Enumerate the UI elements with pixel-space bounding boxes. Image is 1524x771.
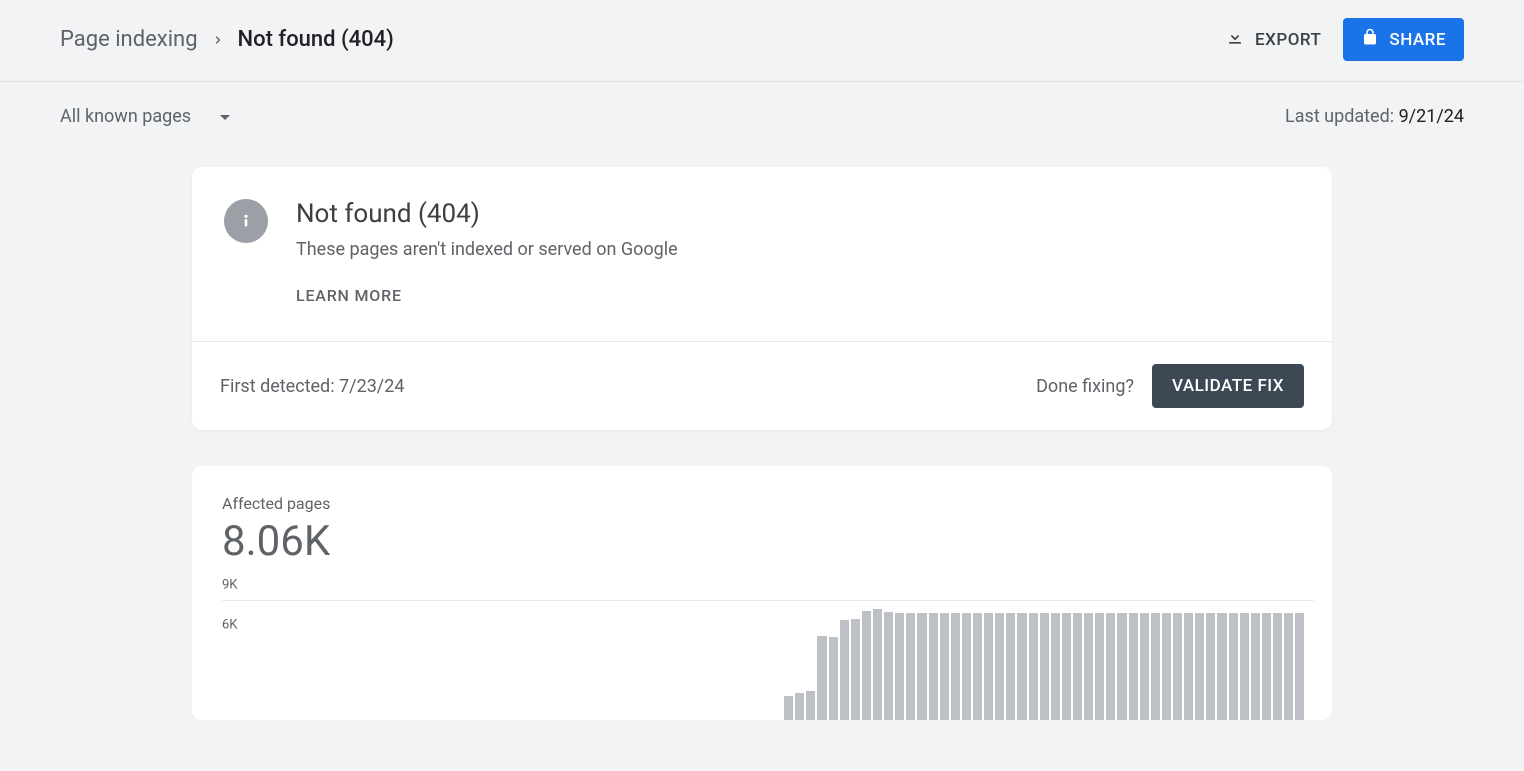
breadcrumb-root[interactable]: Page indexing [60, 27, 198, 52]
issue-card: Not found (404) These pages aren't index… [192, 167, 1332, 430]
chart-bar [806, 691, 815, 720]
done-fixing-label: Done fixing? [1036, 376, 1134, 397]
chart-area: 6K9K [222, 600, 1314, 720]
chart-bar [1262, 613, 1271, 720]
subheader: All known pages Last updated: 9/21/24 [0, 82, 1524, 137]
chart-bar [1006, 613, 1015, 720]
learn-more-link[interactable]: LEARN MORE [296, 286, 678, 305]
chart-bar [784, 696, 793, 720]
chart-label: Affected pages [222, 494, 1314, 513]
export-button[interactable]: EXPORT [1221, 21, 1325, 58]
chart-bars [262, 601, 1304, 720]
breadcrumb: Page indexing Not found (404) [60, 27, 394, 52]
last-updated-label: Last updated: [1285, 106, 1399, 127]
chart-bar [895, 613, 904, 720]
chart-bar [1162, 613, 1171, 720]
chart-bar [984, 613, 993, 720]
chart-bar [1106, 613, 1115, 720]
chevron-right-icon [212, 27, 224, 52]
last-updated: Last updated: 9/21/24 [1285, 106, 1464, 127]
chart-bar [906, 613, 915, 720]
chart-bar [929, 613, 938, 720]
chart-bar [951, 613, 960, 720]
export-label: EXPORT [1255, 30, 1321, 50]
chart-bar [1029, 613, 1038, 720]
chart-bar [1140, 613, 1149, 720]
chart-card: Affected pages 8.06K 6K9K [192, 466, 1332, 720]
page-header: Page indexing Not found (404) EXPORT SHA… [0, 0, 1524, 82]
info-icon [224, 199, 268, 243]
chart-bar [1095, 613, 1104, 720]
chart-bar [1062, 613, 1071, 720]
page-filter-dropdown[interactable]: All known pages [60, 106, 231, 127]
chart-bar [1217, 613, 1226, 720]
chart-bar [829, 637, 838, 720]
share-label: SHARE [1389, 30, 1446, 50]
first-detected: First detected: 7/23/24 [220, 376, 404, 397]
lock-icon [1361, 28, 1379, 51]
chart-bar [1017, 613, 1026, 720]
share-button[interactable]: SHARE [1343, 18, 1464, 61]
issue-card-body: Not found (404) These pages aren't index… [296, 199, 678, 305]
chart-bar [1240, 613, 1249, 720]
breadcrumb-current: Not found (404) [238, 27, 394, 52]
chart-bar [940, 613, 949, 720]
issue-subtitle: These pages aren't indexed or served on … [296, 239, 678, 260]
chart-bar [995, 613, 1004, 720]
chart-bar [1284, 613, 1293, 720]
chart-bar [1117, 613, 1126, 720]
chart-bar [1184, 613, 1193, 720]
chart-bar [1129, 613, 1138, 720]
chart-bar [817, 636, 826, 720]
y-tick-label: 6K [222, 618, 237, 633]
issue-card-bottom: First detected: 7/23/24 Done fixing? VAL… [192, 341, 1332, 430]
chevron-down-icon [219, 106, 231, 127]
fix-group: Done fixing? VALIDATE FIX [1036, 364, 1304, 408]
chart-bar [884, 612, 893, 720]
chart-bar [1273, 613, 1282, 720]
chart-bar [1195, 613, 1204, 720]
chart-bar [1151, 613, 1160, 720]
chart-bar [1084, 613, 1093, 720]
chart-bar [840, 620, 849, 720]
chart-bar [873, 609, 882, 720]
last-updated-date: 9/21/24 [1399, 106, 1464, 127]
chart-bar [1173, 613, 1182, 720]
chart-bar [1251, 613, 1260, 720]
validate-fix-button[interactable]: VALIDATE FIX [1152, 364, 1304, 408]
filter-label: All known pages [60, 106, 191, 127]
chart-bar [962, 613, 971, 720]
chart-bar [1295, 613, 1304, 720]
chart-value: 8.06K [222, 517, 1314, 566]
chart-bar [1206, 613, 1215, 720]
chart-bar [973, 613, 982, 720]
chart-bar [917, 613, 926, 720]
chart-bar [862, 611, 871, 720]
chart-bar [1040, 613, 1049, 720]
chart-bar [795, 693, 804, 720]
chart-bar [851, 619, 860, 720]
header-actions: EXPORT SHARE [1221, 18, 1464, 61]
chart-bar [1073, 613, 1082, 720]
issue-title: Not found (404) [296, 199, 678, 229]
download-icon [1225, 27, 1245, 52]
issue-card-top: Not found (404) These pages aren't index… [192, 167, 1332, 341]
y-tick-label: 9K [222, 578, 237, 593]
chart-bar [1229, 613, 1238, 720]
chart-bar [1051, 613, 1060, 720]
